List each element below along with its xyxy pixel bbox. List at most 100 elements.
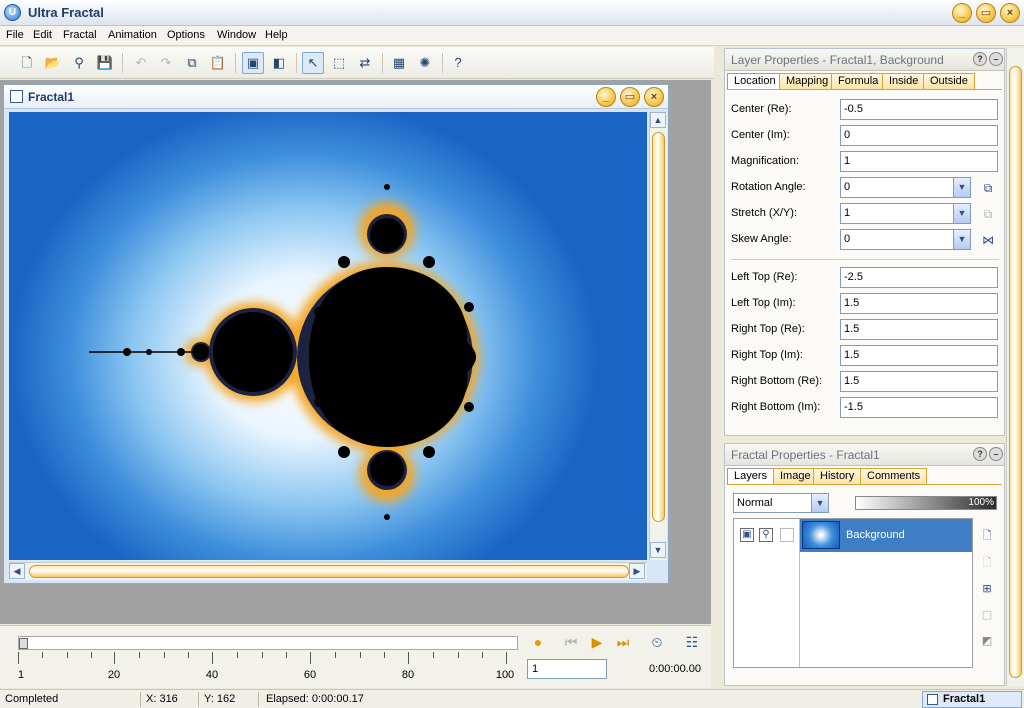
right-bottom-re-input[interactable]: 1.5 bbox=[840, 371, 998, 392]
document-icon bbox=[10, 90, 23, 103]
redo-icon[interactable]: ↷ bbox=[155, 52, 177, 74]
ruler-tick bbox=[335, 652, 336, 658]
tab-outside[interactable]: Outside bbox=[923, 73, 975, 90]
scroll-down-button[interactable]: ▼ bbox=[650, 542, 666, 558]
menu-fractal[interactable]: Fractal bbox=[63, 29, 97, 41]
menu-file[interactable]: File bbox=[6, 29, 24, 41]
menu-options[interactable]: Options bbox=[167, 29, 205, 41]
center-re-input[interactable]: -0.5 bbox=[840, 99, 998, 120]
render-icon[interactable]: ▦ bbox=[388, 52, 410, 74]
vertical-scrollbar[interactable]: ▲ ▼ bbox=[649, 112, 667, 560]
keyframe-list-icon[interactable]: ☷ bbox=[681, 631, 703, 653]
skew-dropdown-button[interactable]: ▼ bbox=[953, 230, 970, 249]
zoom-box-icon[interactable]: ⬚ bbox=[328, 52, 350, 74]
scroll-right-button[interactable]: ▶ bbox=[629, 563, 645, 579]
copy-location-icon[interactable]: ⧉ bbox=[980, 180, 996, 196]
tab-inside[interactable]: Inside bbox=[882, 73, 926, 90]
tab-layers[interactable]: Layers bbox=[727, 468, 775, 485]
fractal-canvas[interactable] bbox=[9, 112, 647, 560]
switch-icon[interactable]: ⇄ bbox=[354, 52, 376, 74]
add-mask-icon[interactable]: ⊞ bbox=[979, 581, 995, 597]
tab-formula[interactable]: Formula bbox=[831, 73, 886, 90]
flip-icon[interactable]: ⋈ bbox=[980, 232, 996, 248]
menu-window[interactable]: Window bbox=[217, 29, 256, 41]
open-icon[interactable]: 📂 bbox=[42, 52, 64, 74]
add-layer-icon[interactable]: 🗋 bbox=[979, 528, 995, 544]
panel-scroll-thumb[interactable] bbox=[1009, 66, 1022, 678]
copy-icon[interactable]: ⧉ bbox=[181, 52, 203, 74]
tab-location[interactable]: Location bbox=[727, 73, 783, 90]
help-button[interactable]: ? bbox=[973, 447, 987, 461]
fractal-window-titlebar: Fractal1 _ ▭ × bbox=[4, 85, 668, 109]
blend-dropdown-button[interactable]: ▼ bbox=[811, 494, 828, 512]
scroll-up-button[interactable]: ▲ bbox=[650, 112, 666, 128]
left-top-re-input[interactable]: -2.5 bbox=[840, 267, 998, 288]
rotation-angle-input[interactable]: 0 ▼ bbox=[840, 177, 971, 198]
panel-scrollbar[interactable] bbox=[1006, 48, 1024, 686]
save-icon[interactable]: 💾 bbox=[94, 52, 116, 74]
scroll-left-button[interactable]: ◀ bbox=[9, 563, 25, 579]
tab-mapping[interactable]: Mapping bbox=[779, 73, 836, 90]
go-start-icon[interactable]: ⏮ bbox=[560, 631, 582, 653]
active-document-tab[interactable]: Fractal1 bbox=[922, 691, 1022, 708]
menu-edit[interactable]: Edit bbox=[33, 29, 52, 41]
right-bottom-im-input[interactable]: -1.5 bbox=[840, 397, 998, 418]
opacity-slider[interactable]: 100% bbox=[855, 496, 997, 510]
collapse-button[interactable]: – bbox=[989, 447, 1003, 461]
rotation-dropdown-button[interactable]: ▼ bbox=[953, 178, 970, 197]
new-icon[interactable]: 🗋 bbox=[16, 52, 38, 74]
delete-layer-icon[interactable]: 🗋 bbox=[979, 555, 995, 571]
child-minimize-button[interactable]: _ bbox=[596, 87, 616, 107]
help-icon[interactable]: ? bbox=[447, 52, 469, 74]
horizontal-scroll-thumb[interactable] bbox=[29, 565, 629, 578]
time-readout: 0:00:00.00 bbox=[649, 663, 701, 675]
layer-zoom-icon[interactable]: ⚲ bbox=[759, 528, 773, 542]
layer-mode-icon[interactable]: ◧ bbox=[268, 52, 290, 74]
right-top-re-input[interactable]: 1.5 bbox=[840, 319, 998, 340]
fractal-properties-titlebar: Fractal Properties - Fractal1 ? – bbox=[725, 444, 1004, 466]
right-top-im-input[interactable]: 1.5 bbox=[840, 345, 998, 366]
blend-mode-select[interactable]: Normal ▼ bbox=[733, 493, 829, 513]
app-logo-icon[interactable]: U bbox=[4, 4, 21, 21]
paste-location-icon[interactable]: ⧉ bbox=[980, 206, 996, 222]
frame-input[interactable]: 1 bbox=[527, 659, 607, 679]
tab-comments[interactable]: Comments bbox=[860, 468, 928, 485]
explore-icon[interactable]: ✺ bbox=[414, 52, 436, 74]
layer-row[interactable]: Background bbox=[800, 519, 972, 552]
tab-history[interactable]: History bbox=[813, 468, 862, 485]
layer-mask-icon[interactable] bbox=[780, 528, 794, 542]
child-close-button[interactable]: × bbox=[644, 87, 664, 107]
fractal-mode-icon[interactable]: ▣ bbox=[242, 52, 264, 74]
close-button[interactable]: × bbox=[1000, 3, 1020, 23]
merge-layer-icon[interactable]: ▢ bbox=[979, 607, 995, 623]
animation-settings-icon[interactable]: ⏲ bbox=[646, 631, 668, 653]
skew-angle-input[interactable]: 0 ▼ bbox=[840, 229, 971, 250]
menu-animation[interactable]: Animation bbox=[108, 29, 157, 41]
layer-visible-icon[interactable]: ▣ bbox=[740, 528, 754, 542]
browse-icon[interactable]: ⚲ bbox=[68, 52, 90, 74]
undo-icon[interactable]: ↶ bbox=[130, 52, 152, 74]
vertical-scroll-thumb[interactable] bbox=[652, 132, 665, 522]
maximize-button[interactable]: ▭ bbox=[976, 3, 996, 23]
tab-image[interactable]: Image bbox=[773, 468, 818, 485]
layer-properties-icon[interactable]: ◩ bbox=[979, 633, 995, 649]
go-end-icon[interactable]: ⏭ bbox=[612, 631, 634, 653]
child-maximize-button[interactable]: ▭ bbox=[620, 87, 640, 107]
play-icon[interactable]: ▶ bbox=[586, 631, 608, 653]
stretch-dropdown-button[interactable]: ▼ bbox=[953, 204, 970, 223]
collapse-button[interactable]: – bbox=[989, 52, 1003, 66]
center-im-input[interactable]: 0 bbox=[840, 125, 998, 146]
menu-help[interactable]: Help bbox=[265, 29, 288, 41]
magnification-input[interactable]: 1 bbox=[840, 151, 998, 172]
record-keyframe-icon[interactable]: ● bbox=[527, 631, 549, 653]
timeline-track[interactable] bbox=[18, 636, 518, 650]
select-icon[interactable]: ↖ bbox=[302, 52, 324, 74]
timeline-cursor[interactable] bbox=[19, 638, 28, 649]
paste-icon[interactable]: 📋 bbox=[207, 52, 229, 74]
horizontal-scrollbar[interactable]: ◀ ▶ bbox=[9, 562, 647, 580]
stretch-input[interactable]: 1 ▼ bbox=[840, 203, 971, 224]
status-elapsed: Elapsed: 0:00:00.17 bbox=[266, 693, 364, 705]
minimize-button[interactable]: _ bbox=[952, 3, 972, 23]
help-button[interactable]: ? bbox=[973, 52, 987, 66]
left-top-im-input[interactable]: 1.5 bbox=[840, 293, 998, 314]
